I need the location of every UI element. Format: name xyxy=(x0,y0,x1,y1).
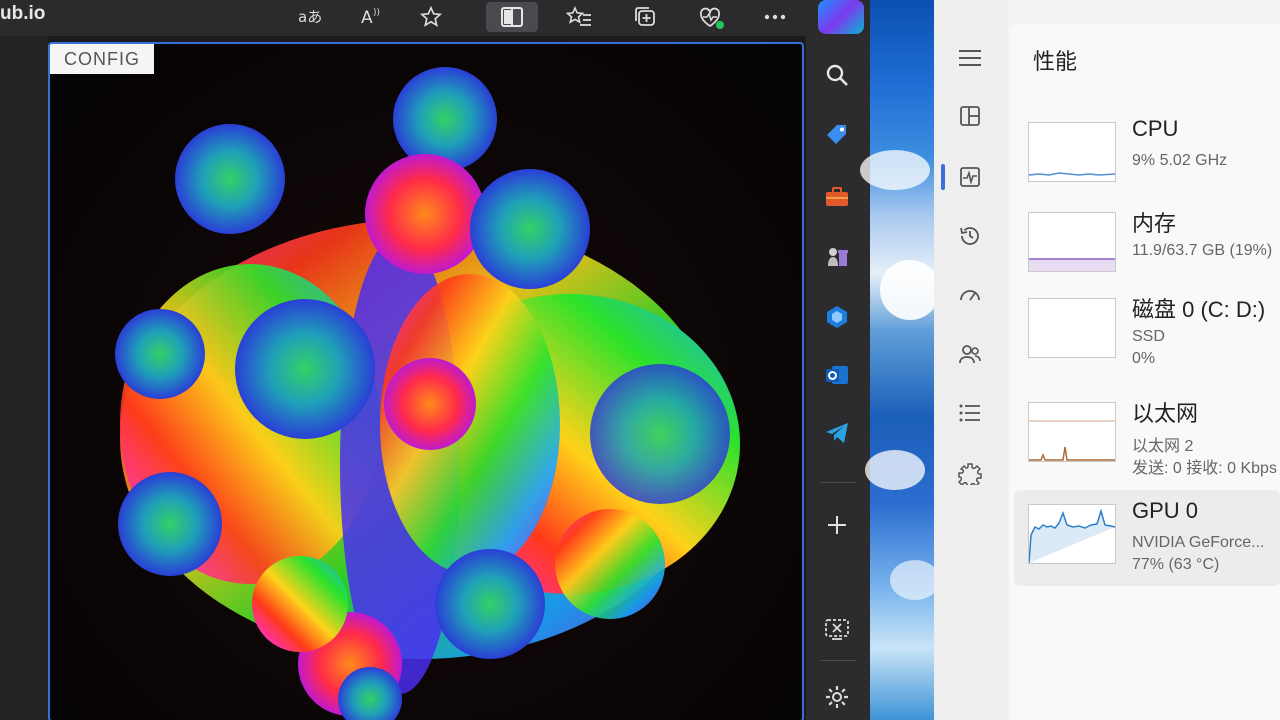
more-options-icon[interactable] xyxy=(758,2,792,32)
outlook-icon[interactable] xyxy=(816,354,858,396)
shopping-tag-icon[interactable] xyxy=(816,114,858,156)
services-icon[interactable] xyxy=(952,455,988,491)
perf-item-detail: NVIDIA GeForce... xyxy=(1132,534,1265,551)
perf-item-name: 磁盘 0 (C: D:) xyxy=(1132,297,1266,322)
perf-item-cpu[interactable]: CPU 9% 5.02 GHz xyxy=(1014,108,1280,204)
perf-item-throughput: 发送: 0 接收: 0 Kbps xyxy=(1132,460,1277,477)
status-dot xyxy=(716,21,724,29)
config-button[interactable]: CONFIG xyxy=(50,44,154,74)
fractal-canvas[interactable]: CONFIG xyxy=(48,42,804,720)
favorite-star-icon[interactable] xyxy=(414,2,448,32)
screenshot-icon[interactable] xyxy=(816,608,858,650)
perf-item-detail: 以太网 2 xyxy=(1132,438,1194,455)
sidebar-divider xyxy=(820,482,856,483)
browser-toolbar: ub.io aあ A)) xyxy=(0,0,870,36)
desktop-wallpaper xyxy=(860,0,940,720)
performance-icon[interactable] xyxy=(952,159,988,195)
address-bar-url[interactable]: ub.io xyxy=(0,3,45,25)
app-history-icon[interactable] xyxy=(952,218,988,254)
search-icon[interactable] xyxy=(816,54,858,96)
page-title: 性能 xyxy=(1033,49,1078,74)
cpu-graph-thumbnail xyxy=(1028,122,1116,182)
games-chess-icon[interactable] xyxy=(816,236,858,278)
left-panel xyxy=(0,36,48,720)
perf-item-memory[interactable]: 内存 11.9/63.7 GB (19%) xyxy=(1014,198,1280,294)
perf-item-name: CPU xyxy=(1132,116,1179,141)
favorites-list-icon[interactable] xyxy=(562,2,596,32)
ethernet-graph-thumbnail xyxy=(1028,402,1116,462)
perf-item-ethernet[interactable]: 以太网 以太网 2 发送: 0 接收: 0 Kbps xyxy=(1014,388,1280,484)
hamburger-menu-icon[interactable] xyxy=(952,40,988,76)
text-size-icon[interactable]: A)) xyxy=(354,2,388,32)
svg-text:aあ: aあ xyxy=(298,8,322,26)
screen: ub.io aあ A)) CONFIG 性能 CPU 9% 5.02 GHz 内… xyxy=(0,0,1280,720)
disk-graph-thumbnail xyxy=(1028,298,1116,358)
browser-essentials-icon[interactable] xyxy=(693,2,727,32)
perf-item-usage: 77% (63 °C) xyxy=(1132,556,1220,573)
copilot-icon[interactable] xyxy=(816,296,858,338)
perf-item-usage: 0% xyxy=(1132,350,1156,367)
perf-item-detail: 9% 5.02 GHz xyxy=(1132,152,1228,169)
startup-apps-icon[interactable] xyxy=(952,277,988,313)
read-aloud-translate-icon[interactable]: aあ xyxy=(293,2,327,32)
svg-text:)): )) xyxy=(373,8,380,18)
fractal-render-image xyxy=(115,67,740,720)
users-icon[interactable] xyxy=(952,336,988,372)
tools-briefcase-icon[interactable] xyxy=(816,176,858,218)
perf-item-name: GPU 0 xyxy=(1132,498,1199,523)
perf-item-gpu[interactable]: GPU 0 NVIDIA GeForce... 77% (63 °C) xyxy=(1014,490,1280,586)
collections-icon[interactable] xyxy=(628,2,662,32)
copilot-logo-icon[interactable] xyxy=(818,0,864,34)
details-icon[interactable] xyxy=(952,395,988,431)
perf-item-name: 内存 xyxy=(1132,211,1177,236)
perf-item-detail: 11.9/63.7 GB (19%) xyxy=(1132,242,1273,259)
gpu-graph-thumbnail xyxy=(1028,504,1116,564)
memory-graph-thumbnail xyxy=(1028,212,1116,272)
perf-item-name: 以太网 xyxy=(1132,401,1199,426)
perf-item-detail: SSD xyxy=(1132,328,1165,345)
split-screen-icon[interactable] xyxy=(486,2,538,32)
processes-icon[interactable] xyxy=(952,98,988,134)
telegram-icon[interactable] xyxy=(816,412,858,454)
add-icon[interactable] xyxy=(816,504,858,546)
sidebar-divider xyxy=(820,660,856,661)
svg-text:A: A xyxy=(361,8,373,28)
perf-item-disk[interactable]: 磁盘 0 (C: D:) SSD 0% xyxy=(1014,284,1280,380)
active-nav-indicator xyxy=(941,164,945,190)
settings-icon[interactable] xyxy=(816,676,858,718)
